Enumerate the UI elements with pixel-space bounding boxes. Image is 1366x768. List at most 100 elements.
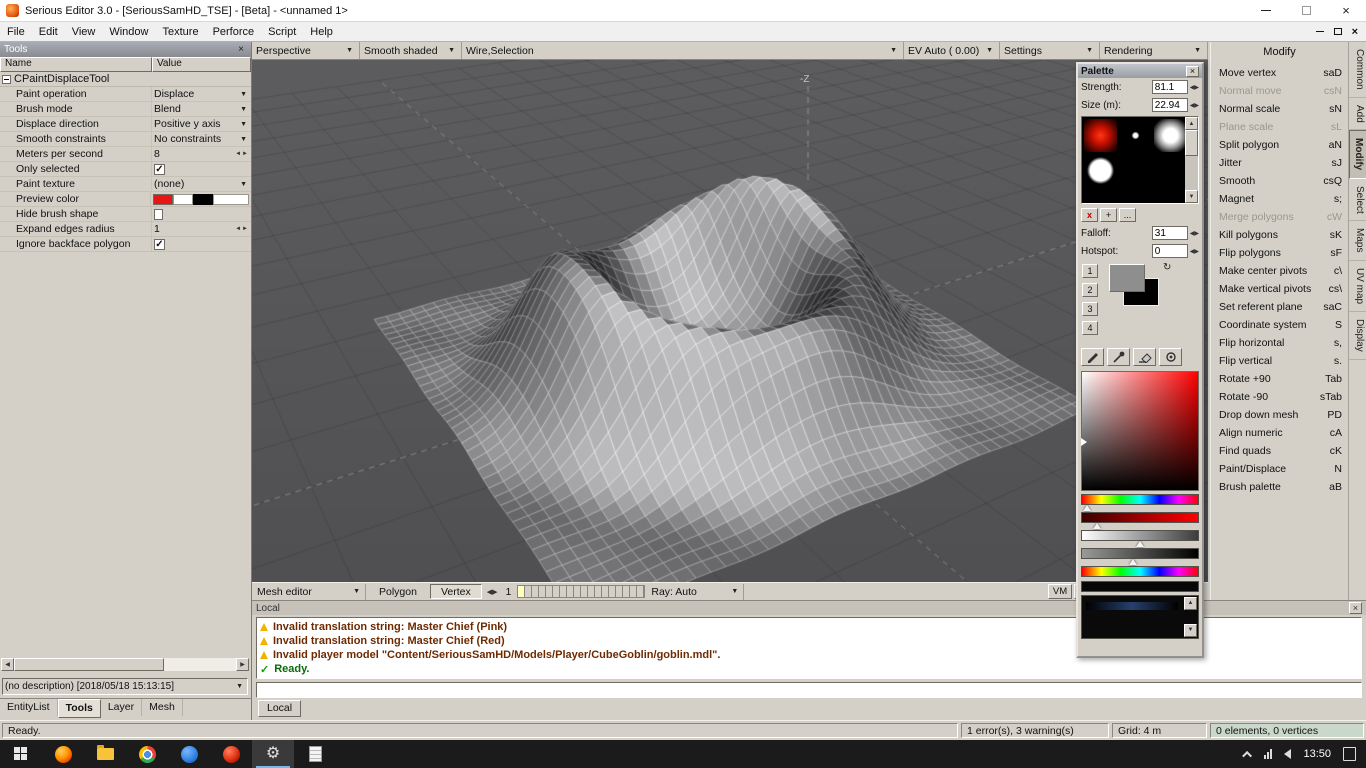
modify-item-magnet[interactable]: Magnets; <box>1211 190 1348 208</box>
property-value[interactable]: Positive y axis▼ <box>152 117 251 131</box>
taskbar-notepad-button[interactable] <box>294 740 336 768</box>
side-tab-select[interactable]: Select <box>1349 179 1366 222</box>
viewport-dropdown-wire-selection[interactable]: Wire,Selection▼ <box>462 42 904 59</box>
menu-help[interactable]: Help <box>303 24 340 40</box>
notification-center-icon[interactable] <box>1343 747 1356 761</box>
menu-view[interactable]: View <box>65 24 103 40</box>
side-tab-maps[interactable]: Maps <box>1349 221 1366 260</box>
checkbox[interactable]: ✓ <box>154 239 165 250</box>
taskbar-serious-sam-button[interactable] <box>210 740 252 768</box>
lightness-slider[interactable] <box>1081 530 1199 541</box>
property-value[interactable]: ✓ <box>152 237 251 251</box>
modify-item-flip-horizontal[interactable]: Flip horizontals, <box>1211 334 1348 352</box>
viewport-3d-mesh[interactable] <box>252 60 1208 582</box>
frame-cell[interactable] <box>567 586 574 597</box>
view-mode-vm[interactable]: VM <box>1048 584 1072 599</box>
viewport-dropdown-perspective[interactable]: Perspective▼ <box>252 42 360 59</box>
hotspot-spinner[interactable]: ◀▶ <box>1188 248 1199 255</box>
frame-cell[interactable] <box>609 586 616 597</box>
frame-cell[interactable] <box>595 586 602 597</box>
modify-item-drop-down-mesh[interactable]: Drop down meshPD <box>1211 406 1348 424</box>
taskbar-clock[interactable]: 13:50 <box>1303 748 1331 760</box>
falloff-input[interactable] <box>1152 226 1188 240</box>
strength-input[interactable] <box>1152 80 1188 94</box>
viewport-dropdown-rendering[interactable]: Rendering▼ <box>1100 42 1208 59</box>
size-input[interactable] <box>1152 98 1188 112</box>
property-value[interactable]: Blend▼ <box>152 102 251 116</box>
modify-item-split-polygon[interactable]: Split polygonaN <box>1211 136 1348 154</box>
frame-cell[interactable] <box>539 586 546 597</box>
side-tab-modify[interactable]: Modify <box>1349 130 1366 178</box>
property-value[interactable] <box>152 207 251 221</box>
tab-layer[interactable]: Layer <box>101 699 142 716</box>
scroll-right-icon[interactable]: ▶ <box>236 658 249 671</box>
side-tab-common[interactable]: Common <box>1349 42 1366 98</box>
frame-cell[interactable] <box>588 586 595 597</box>
tray-chevron-up-icon[interactable] <box>1243 750 1253 760</box>
menu-window[interactable]: Window <box>102 24 155 40</box>
slider-marker-icon[interactable] <box>1136 541 1144 547</box>
delete-brush-button[interactable]: x <box>1081 208 1098 222</box>
browse-brush-button[interactable]: ... <box>1119 208 1136 222</box>
description-dropdown[interactable]: (no description) [2018/05/18 15:13:15] ▼ <box>2 678 248 695</box>
property-root-row[interactable]: CPaintDisplaceTool <box>0 72 251 87</box>
color-swatch[interactable] <box>153 194 173 205</box>
maximize-button[interactable] <box>1286 0 1326 21</box>
brush-scrollbar[interactable]: ▲ ▼ <box>1185 117 1198 203</box>
modify-item-kill-polygons[interactable]: Kill polygonssK <box>1211 226 1348 244</box>
mdi-minimize-icon[interactable] <box>1316 31 1324 32</box>
gradient-preview[interactable]: ▲ ▼ <box>1081 595 1199 639</box>
property-value[interactable]: Displace▼ <box>152 87 251 101</box>
red-channel-slider[interactable] <box>1081 512 1199 523</box>
column-header-name[interactable]: Name <box>0 57 152 72</box>
spin-down-icon[interactable]: ▼ <box>1184 624 1197 637</box>
property-value[interactable]: (none)▼ <box>152 177 251 191</box>
console-tab-local[interactable]: Local <box>258 700 301 717</box>
modify-item-normal-scale[interactable]: Normal scalesN <box>1211 100 1348 118</box>
property-value[interactable] <box>151 192 251 206</box>
frame-cell[interactable] <box>602 586 609 597</box>
primary-color-swatch[interactable] <box>1109 264 1145 292</box>
value-slider[interactable] <box>1081 548 1199 559</box>
frame-cell[interactable] <box>581 586 588 597</box>
modify-item-flip-polygons[interactable]: Flip polygonssF <box>1211 244 1348 262</box>
taskbar-chrome-button[interactable] <box>126 740 168 768</box>
modify-item-merge-polygons[interactable]: Merge polygonscW <box>1211 208 1348 226</box>
taskbar-serious-editor-button[interactable]: ⚙ <box>252 740 294 768</box>
add-brush-button[interactable]: + <box>1100 208 1117 222</box>
property-value[interactable]: 1◄► <box>152 222 251 236</box>
menu-perforce[interactable]: Perforce <box>206 24 262 40</box>
frame-cell[interactable] <box>623 586 630 597</box>
preset-button-1[interactable]: 1 <box>1082 264 1098 278</box>
frame-spinner[interactable]: ◀▶ <box>485 588 500 596</box>
tools-panel-close-icon[interactable]: × <box>235 44 247 55</box>
property-value[interactable]: ✓ <box>152 162 251 176</box>
vertex-mode-button[interactable]: Vertex <box>430 584 482 599</box>
brush-scroll-thumb[interactable] <box>1185 130 1198 156</box>
modify-item-smooth[interactable]: SmoothcsQ <box>1211 172 1348 190</box>
frame-strip[interactable] <box>517 585 645 598</box>
console-close-icon[interactable]: × <box>1349 602 1362 614</box>
smudge-tool-button[interactable] <box>1159 348 1182 366</box>
strength-spinner[interactable]: ◀▶ <box>1188 84 1199 91</box>
brush-scroll-track[interactable] <box>1185 156 1198 190</box>
side-tab-uv-map[interactable]: UV map <box>1349 261 1366 312</box>
modify-item-make-center-pivots[interactable]: Make center pivotsc\ <box>1211 262 1348 280</box>
menu-file[interactable]: File <box>0 24 32 40</box>
console-input[interactable] <box>256 682 1362 698</box>
slider-marker-icon[interactable] <box>1083 505 1091 511</box>
taskbar-firefox-button[interactable] <box>42 740 84 768</box>
size-spinner[interactable]: ◀▶ <box>1188 102 1199 109</box>
modify-item-flip-vertical[interactable]: Flip verticals. <box>1211 352 1348 370</box>
modify-item-brush-palette[interactable]: Brush paletteaB <box>1211 478 1348 496</box>
color-swatch[interactable] <box>213 194 249 205</box>
frame-cell[interactable] <box>574 586 581 597</box>
property-value[interactable]: No constraints▼ <box>152 132 251 146</box>
collapse-icon[interactable] <box>2 75 11 84</box>
alpha-slider[interactable] <box>1081 581 1199 592</box>
brush-thumbnail-red[interactable] <box>1084 119 1117 152</box>
hotspot-input[interactable] <box>1152 244 1188 258</box>
hue-slider-secondary[interactable] <box>1081 566 1199 577</box>
modify-item-align-numeric[interactable]: Align numericcA <box>1211 424 1348 442</box>
polygon-mode-button[interactable]: Polygon <box>369 584 427 599</box>
